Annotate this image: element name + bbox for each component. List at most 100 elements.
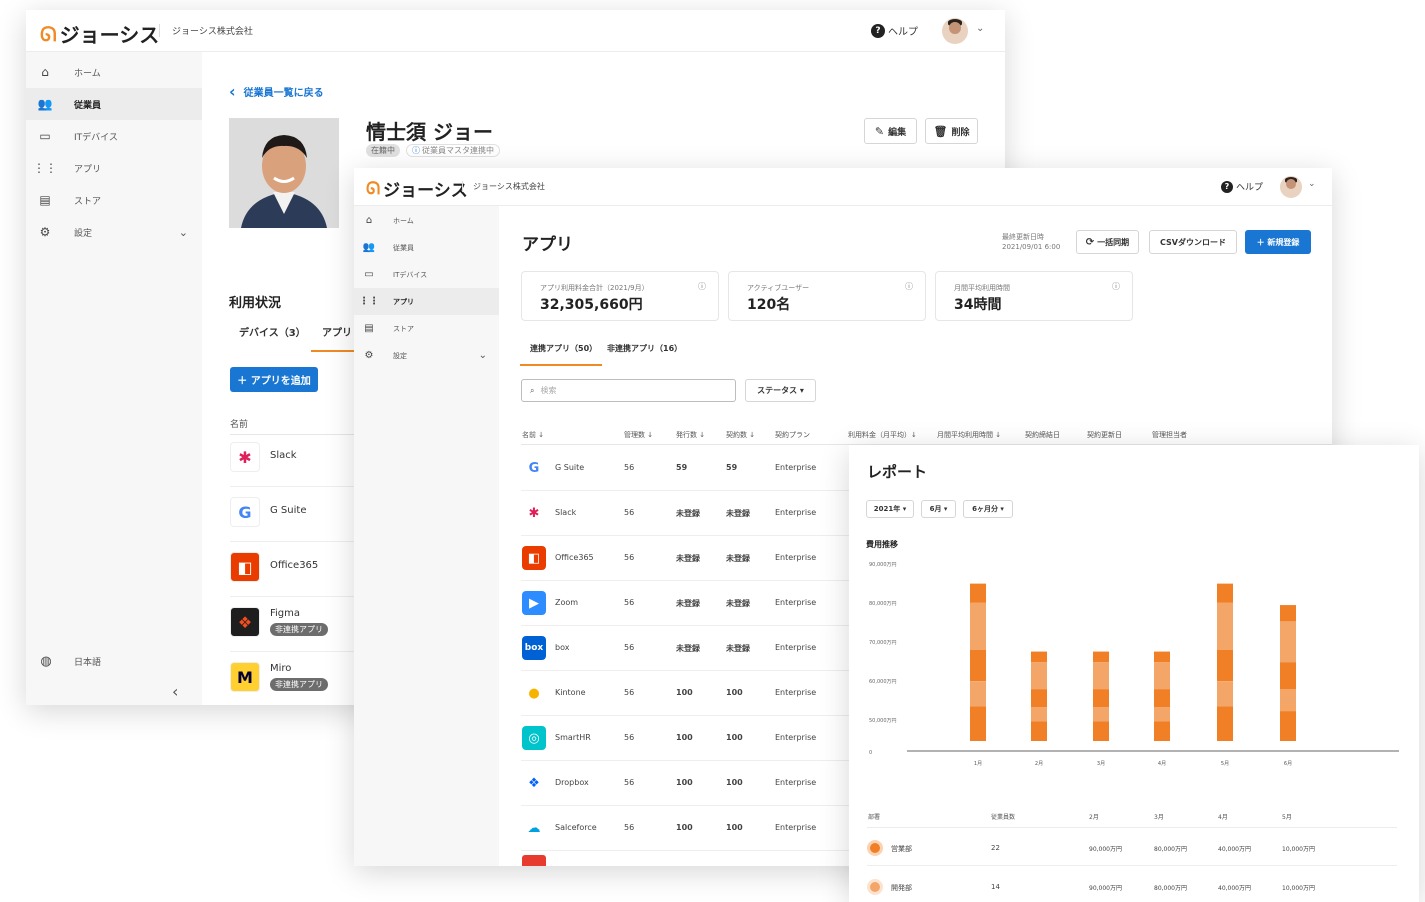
bar-segment[interactable] — [1217, 706, 1233, 741]
sidebar-item[interactable]: ▭ ITデバイス — [354, 261, 499, 288]
bar-segment[interactable] — [1154, 689, 1170, 708]
unlinked-badge: 非連携アプリ — [270, 678, 328, 691]
bar-segment[interactable] — [970, 602, 986, 650]
bar-segment[interactable] — [1280, 689, 1296, 712]
bar-segment[interactable] — [1217, 583, 1233, 603]
column-header[interactable]: 契約更新日 — [1087, 430, 1122, 440]
delete-button[interactable]: 🗑 削除 — [925, 118, 978, 144]
column-header[interactable]: 契約締結日 — [1025, 430, 1060, 440]
app-name[interactable]: Slack — [270, 450, 297, 461]
language-selector[interactable]: ◍ 日本語 — [26, 648, 202, 674]
search-input[interactable]: ⌕ 検索 — [521, 379, 736, 402]
app-logo-icon: M — [230, 662, 260, 692]
cell-b: 未登録 — [676, 644, 700, 653]
bar-segment[interactable] — [1093, 707, 1109, 722]
csv-download-button[interactable]: CSVダウンロード — [1149, 230, 1237, 254]
bar-segment[interactable] — [1093, 662, 1109, 690]
bar-segment[interactable] — [1217, 681, 1233, 707]
info-icon[interactable]: ⓘ — [905, 281, 913, 292]
column-header[interactable]: 発行数 ↓ — [676, 430, 705, 440]
add-app-button[interactable]: ＋ アプリを追加 — [230, 367, 318, 392]
bar-segment[interactable] — [1031, 707, 1047, 722]
sidebar-item[interactable]: 👥 従業員 — [26, 88, 202, 120]
sidebar-item[interactable]: ⚙ 設定 ⌄ — [26, 216, 202, 248]
chevron-down-icon[interactable]: ⌄ — [976, 23, 984, 34]
app-name[interactable]: Figma — [270, 608, 300, 619]
sidebar-item[interactable]: ⋮⋮ アプリ — [26, 152, 202, 184]
edit-label: 編集 — [888, 127, 907, 138]
tab-devices[interactable]: デバイス（3） — [239, 324, 306, 339]
bar-segment[interactable] — [970, 706, 986, 741]
column-header[interactable]: 管理数 ↓ — [624, 430, 653, 440]
dept-row[interactable]: 開発部 14 90,000万円 80,000万円 40,000万円 10,000万円 — [867, 876, 1397, 900]
sidebar: ⌂ ホーム 👥 従業員 ▭ ITデバイス ⋮⋮ アプリ ▤ ストア ⚙ 設定 ⌄ ◍ 日本語 ‹ — [26, 52, 202, 705]
bar-segment[interactable] — [1154, 651, 1170, 663]
bar-segment[interactable] — [1280, 605, 1296, 622]
bar-segment[interactable] — [1093, 651, 1109, 663]
sidebar-item[interactable]: ▭ ITデバイス — [26, 120, 202, 152]
dept-column-header: 部署 — [868, 814, 881, 821]
avatar[interactable] — [942, 18, 968, 44]
bar-segment[interactable] — [970, 649, 986, 682]
column-header[interactable]: 月間平均利用時間 ↓ — [937, 430, 1001, 440]
bar-segment[interactable] — [1031, 721, 1047, 741]
bar-segment[interactable] — [1031, 651, 1047, 663]
collapse-sidebar-icon[interactable]: ‹ — [172, 682, 178, 701]
info-icon[interactable]: ⓘ — [1112, 281, 1120, 292]
year-select[interactable]: 2021年 ▾ — [866, 500, 914, 518]
month-select[interactable]: 6月 ▾ — [921, 500, 956, 518]
bar-segment[interactable] — [1154, 707, 1170, 722]
sidebar-item[interactable]: 👥 従業員 — [354, 234, 499, 261]
help-icon: ? — [1221, 180, 1233, 193]
bar-segment[interactable] — [970, 583, 986, 603]
bar-segment[interactable] — [1093, 689, 1109, 708]
sidebar-item[interactable]: ⚙ 設定 ⌄ — [354, 342, 499, 369]
bulk-sync-button[interactable]: ⟳ 一括同期 — [1076, 230, 1139, 254]
delete-label: 削除 — [951, 127, 970, 138]
bar-segment[interactable] — [1280, 711, 1296, 741]
bar-segment[interactable] — [1031, 689, 1047, 708]
app-logo-icon: ◎ — [522, 726, 546, 750]
tab-linked-apps[interactable]: 連携アプリ（50） — [530, 343, 597, 354]
bar-segment[interactable] — [970, 681, 986, 707]
bar-segment[interactable] — [1154, 721, 1170, 741]
range-select[interactable]: 6ヶ月分 ▾ — [963, 500, 1013, 518]
sidebar-item[interactable]: ⋮⋮ アプリ — [354, 288, 499, 315]
tab-unlinked-apps[interactable]: 非連携アプリ（16） — [607, 343, 682, 354]
sidebar-item[interactable]: ⌂ ホーム — [26, 56, 202, 88]
back-link[interactable]: ‹ 従業員一覧に戻る — [229, 82, 324, 101]
app-name[interactable]: G Suite — [270, 505, 306, 516]
app-name[interactable]: Office365 — [270, 560, 318, 571]
sidebar-item[interactable]: ⌂ ホーム — [354, 207, 499, 234]
bar-segment[interactable] — [1217, 602, 1233, 650]
column-header[interactable]: 利用料金（月平均）↓ — [848, 430, 917, 440]
app-name[interactable]: Miro — [270, 663, 291, 674]
column-header[interactable]: 名前 ↓ — [522, 430, 544, 440]
cell-name: Slack — [555, 508, 577, 517]
sidebar-item[interactable]: ▤ ストア — [26, 184, 202, 216]
bar-segment[interactable] — [1031, 662, 1047, 690]
bar-segment[interactable] — [1093, 721, 1109, 741]
cell-name: G Suite — [555, 463, 585, 472]
column-header[interactable]: 契約プラン — [775, 430, 810, 440]
row-divider — [230, 486, 355, 487]
edit-button[interactable]: ✎ 編集 — [864, 118, 917, 144]
logo[interactable]: ᘏ ジョーシス — [40, 19, 159, 48]
info-icon[interactable]: ⓘ — [698, 281, 706, 292]
bar-segment[interactable] — [1280, 621, 1296, 663]
help-link[interactable]: ? ヘルプ — [871, 23, 918, 38]
sidebar-item[interactable]: ▤ ストア — [354, 315, 499, 342]
bar-segment[interactable] — [1154, 662, 1170, 690]
logo[interactable]: ᘏ ジョーシス — [366, 176, 468, 202]
tab-apps[interactable]: アプリ — [322, 324, 352, 339]
bar-segment[interactable] — [1217, 649, 1233, 682]
help-link[interactable]: ? ヘルプ — [1221, 180, 1263, 193]
avatar[interactable] — [1280, 176, 1302, 198]
bar-segment[interactable] — [1280, 662, 1296, 690]
chevron-down-icon[interactable]: ⌄ — [1308, 179, 1316, 189]
column-header[interactable]: 管理担当者 — [1152, 430, 1187, 440]
status-filter-button[interactable]: ステータス ▾ — [745, 379, 816, 402]
dept-row[interactable]: 営業部 22 90,000万円 80,000万円 40,000万円 10,000万円 — [867, 837, 1397, 866]
column-header[interactable]: 契約数 ↓ — [726, 430, 755, 440]
new-register-button[interactable]: ＋ 新規登録 — [1245, 230, 1311, 254]
